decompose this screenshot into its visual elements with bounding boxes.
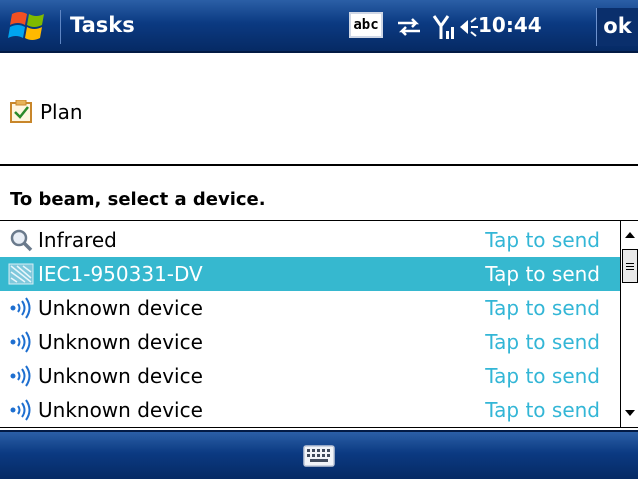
ok-button[interactable]: ok: [596, 8, 638, 46]
tap-to-send-link[interactable]: Tap to send: [485, 228, 620, 252]
app-title: Tasks: [70, 13, 135, 37]
item-row: Plan: [10, 98, 83, 126]
scroll-up-button[interactable]: [621, 223, 638, 247]
device-name: Infrared: [38, 228, 117, 252]
task-checkbox-icon: [10, 100, 32, 123]
windows-start-icon[interactable]: [6, 6, 52, 46]
device-row-infrared[interactable]: Infrared Tap to send: [0, 223, 620, 257]
signal-strength-icon[interactable]: [432, 14, 458, 40]
device-name: Unknown device: [38, 296, 203, 320]
tap-to-send-link[interactable]: Tap to send: [485, 398, 620, 422]
clock[interactable]: 10:44: [478, 13, 542, 37]
device-name: Unknown device: [38, 398, 203, 422]
divider: [0, 164, 638, 166]
device-row-unknown[interactable]: Unknown device Tap to send: [0, 291, 620, 325]
device-row-unknown[interactable]: Unknown device Tap to send: [0, 393, 620, 427]
arrow-up-icon: [624, 232, 635, 238]
bluetooth-signal-icon: [6, 295, 36, 321]
scroll-thumb[interactable]: [622, 249, 638, 283]
device-icon: [6, 261, 36, 287]
tap-to-send-link[interactable]: Tap to send: [485, 330, 620, 354]
device-name: IEC1-950331-DV: [38, 262, 203, 286]
bluetooth-signal-icon: [6, 329, 36, 355]
keyboard-icon[interactable]: [302, 442, 336, 470]
tap-to-send-link[interactable]: Tap to send: [485, 262, 620, 286]
arrow-down-icon: [624, 410, 635, 416]
instruction-text: To beam, select a device.: [10, 189, 266, 210]
tap-to-send-link[interactable]: Tap to send: [485, 364, 620, 388]
bluetooth-signal-icon: [6, 363, 36, 389]
device-name: Unknown device: [38, 364, 203, 388]
softkey-bar: [0, 430, 638, 479]
device-row-unknown[interactable]: Unknown device Tap to send: [0, 359, 620, 393]
tap-to-send-link[interactable]: Tap to send: [485, 296, 620, 320]
title-bar: Tasks abc 10:44 ok: [0, 0, 638, 53]
vertical-scrollbar[interactable]: [620, 221, 638, 427]
item-label: Plan: [40, 100, 83, 124]
title-separator: [60, 10, 61, 44]
volume-icon[interactable]: [458, 14, 480, 40]
device-row-selected[interactable]: IEC1-950331-DV Tap to send: [0, 257, 620, 291]
bluetooth-signal-icon: [6, 397, 36, 423]
device-list[interactable]: Infrared Tap to send IEC1-950331-DV Tap …: [0, 220, 638, 428]
device-row-unknown[interactable]: Unknown device Tap to send: [0, 325, 620, 359]
connectivity-icon[interactable]: [394, 14, 424, 40]
scroll-down-button[interactable]: [621, 401, 638, 425]
search-icon: [6, 227, 36, 253]
input-mode-icon[interactable]: abc: [349, 12, 383, 38]
device-name: Unknown device: [38, 330, 203, 354]
